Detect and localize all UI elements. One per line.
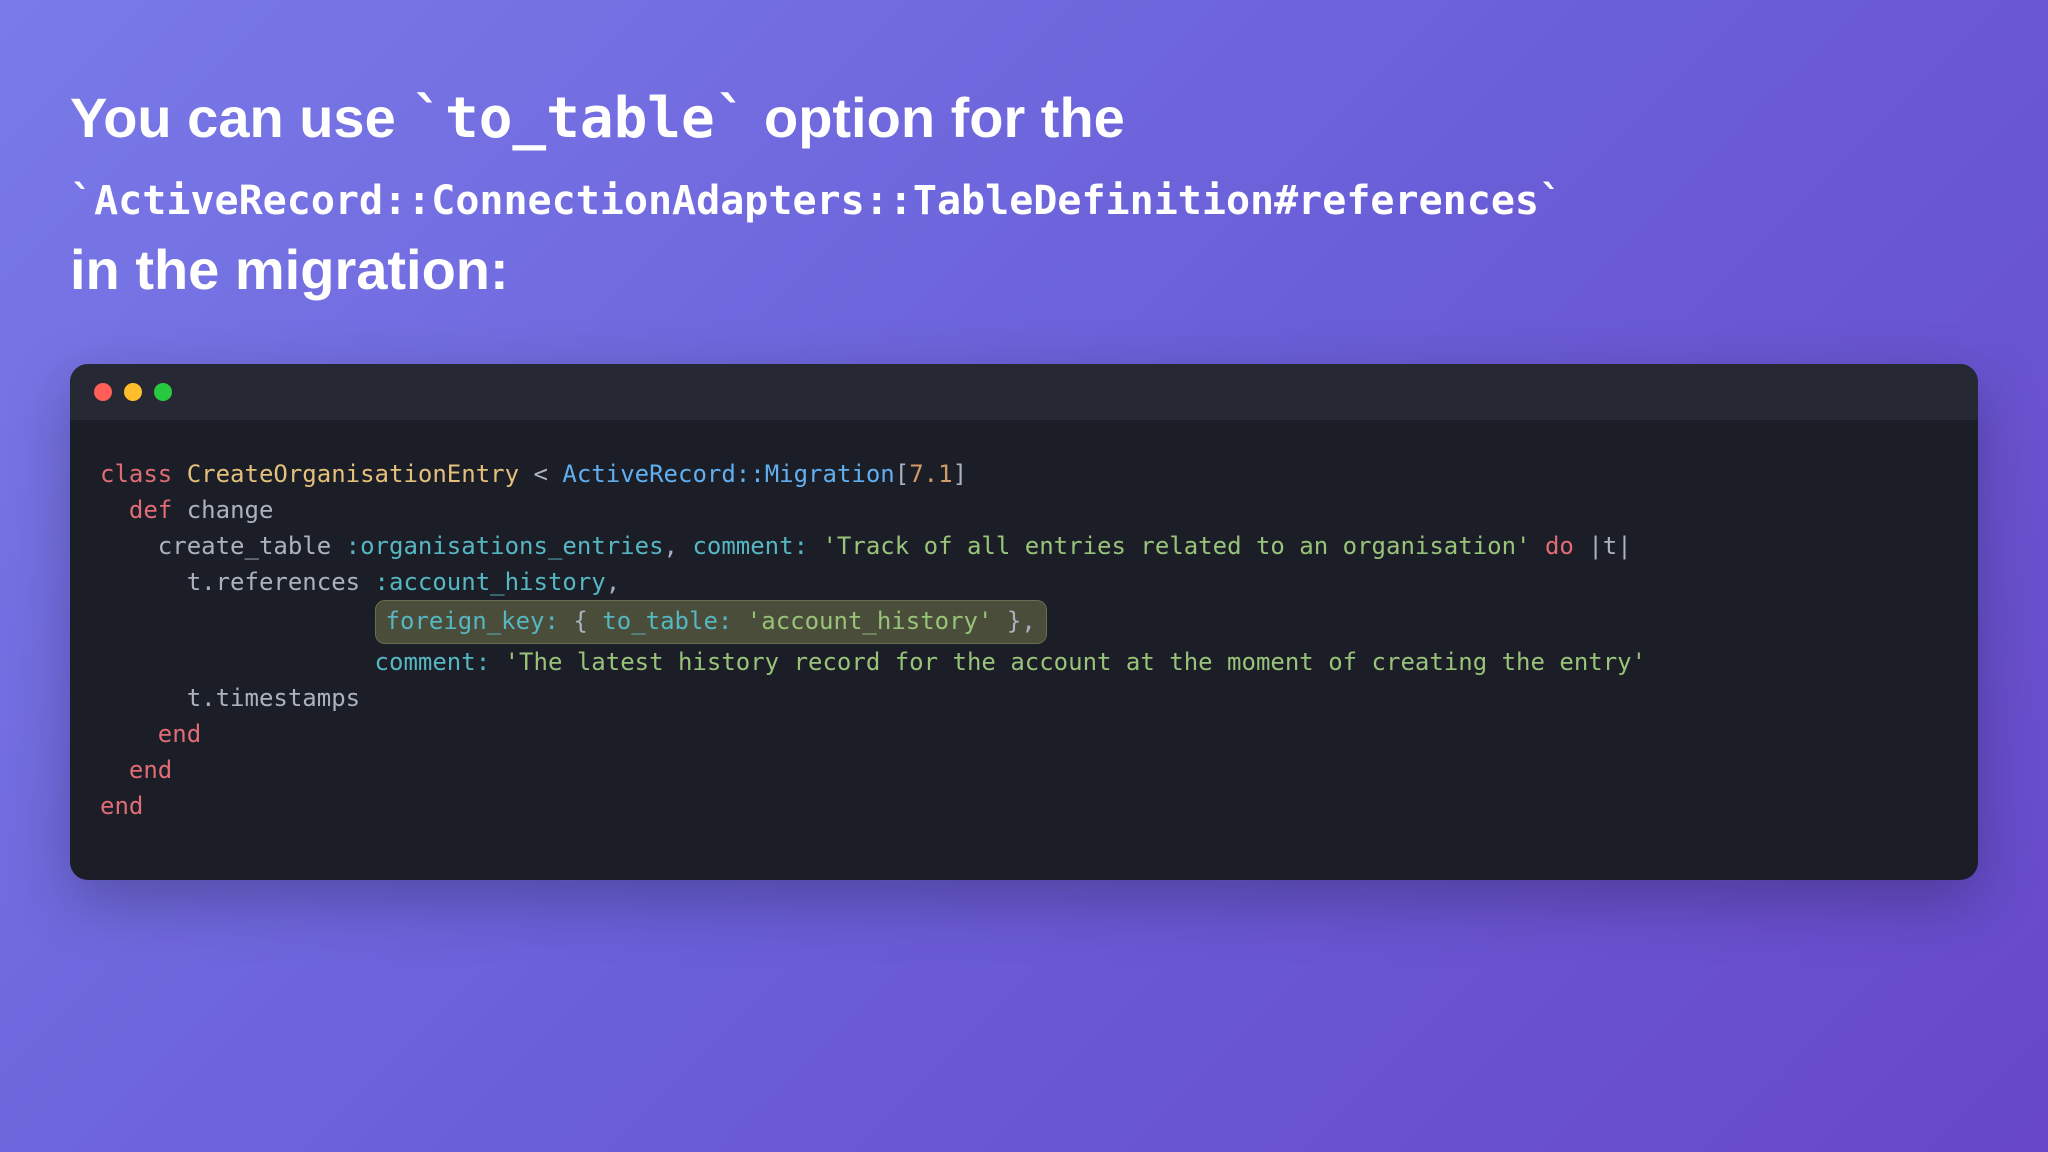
key-fk: foreign_key: <box>386 607 559 635</box>
brace-close: } <box>1007 607 1021 635</box>
kw-def: def <box>129 496 172 524</box>
heading-text-1: You can use <box>70 86 411 149</box>
brace-open: { <box>573 607 587 635</box>
comma-3: , <box>1021 607 1035 635</box>
str-track: 'Track of all entries related to an orga… <box>822 532 1530 560</box>
heading-text-3: in the migration: <box>70 238 509 301</box>
version: 7.1 <box>909 460 952 488</box>
heading-text-2: option for the <box>748 86 1124 149</box>
class-name: CreateOrganisationEntry <box>187 460 519 488</box>
sym-account-history: :account_history <box>375 568 606 596</box>
heading-code-1: `to_table` <box>411 86 748 151</box>
const-migration: ActiveRecord::Migration <box>562 460 894 488</box>
key-comment: comment: <box>692 532 808 560</box>
kw-class: class <box>100 460 172 488</box>
param-t: t <box>1603 532 1617 560</box>
call-create-table: create_table <box>158 532 331 560</box>
sym-org-entries: :organisations_entries <box>346 532 664 560</box>
lt: < <box>534 460 548 488</box>
kw-do: do <box>1545 532 1574 560</box>
kw-end-2: end <box>129 756 172 784</box>
kw-end-1: end <box>158 720 201 748</box>
window-titlebar <box>70 364 1978 420</box>
key-comment-2: comment: <box>375 648 491 676</box>
comma-1: , <box>664 532 678 560</box>
str-latest-history: 'The latest history record for the accou… <box>505 648 1647 676</box>
kw-end-3: end <box>100 792 143 820</box>
heading-code-2: `ActiveRecord::ConnectionAdapters::Table… <box>70 178 1563 224</box>
minimize-icon[interactable] <box>124 383 142 401</box>
pipe-open: | <box>1588 532 1602 560</box>
pipe-close: | <box>1617 532 1631 560</box>
maximize-icon[interactable] <box>154 383 172 401</box>
close-icon[interactable] <box>94 383 112 401</box>
heading: You can use `to_table` option for the `A… <box>70 80 1978 308</box>
code-window: class CreateOrganisationEntry < ActiveRe… <box>70 364 1978 880</box>
key-to-table: to_table: <box>602 607 732 635</box>
comma-2: , <box>606 568 620 596</box>
call-references: t.references <box>187 568 360 596</box>
call-timestamps: t.timestamps <box>187 684 360 712</box>
highlight-pill: foreign_key: { to_table: 'account_histor… <box>375 600 1047 644</box>
bracket-close: ] <box>953 460 967 488</box>
bracket-open: [ <box>895 460 909 488</box>
code-body: class CreateOrganisationEntry < ActiveRe… <box>70 420 1978 880</box>
method-name: change <box>187 496 274 524</box>
str-account-history: 'account_history' <box>747 607 993 635</box>
